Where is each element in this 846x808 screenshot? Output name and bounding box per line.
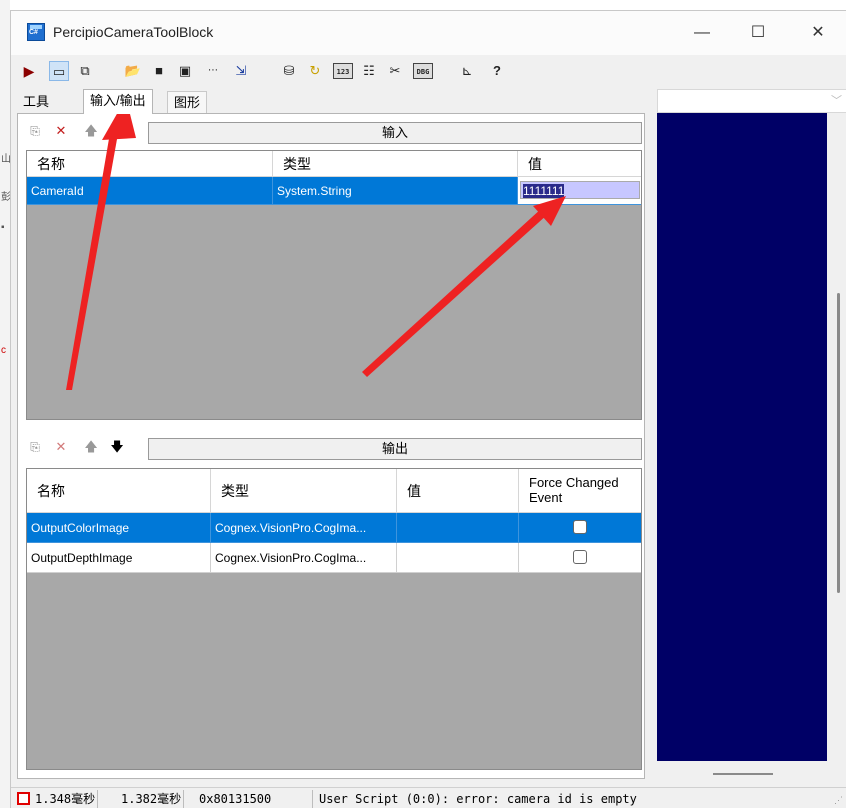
- move-down-icon[interactable]: 🡇: [108, 438, 126, 456]
- cell-force-changed[interactable]: [519, 543, 641, 573]
- edit-icon[interactable]: ☷: [359, 61, 379, 81]
- copy-icon[interactable]: ⧉: [75, 61, 95, 81]
- tab-input-output[interactable]: 输入/输出: [83, 89, 153, 114]
- cell-name[interactable]: OutputColorImage: [27, 513, 211, 543]
- new-terminal-icon[interactable]: ⎘: [26, 438, 44, 456]
- minimize-button[interactable]: —: [674, 11, 730, 55]
- input-output-panel: ⎘ ✕ 🡅 🡇 输入 名称 类型 值 CameraId System.Strin…: [17, 113, 645, 779]
- tool-block-window: PercipioCameraToolBlock — ☐ ✕ ▶ ▭ ⧉ 📂 ■ …: [10, 10, 846, 808]
- main-toolbar: ▶ ▭ ⧉ 📂 ■ ▣ ⋯ ⇲ ⛁ ↻ 123 ☷ ✂ DBG ⊾ ?: [11, 55, 846, 87]
- horizontal-scrollbar[interactable]: [713, 773, 773, 775]
- cell-type[interactable]: System.String: [273, 177, 518, 205]
- 123-icon[interactable]: 123: [333, 63, 353, 79]
- close-button[interactable]: ✕: [790, 11, 846, 55]
- display-selector-dropdown[interactable]: ﹀: [657, 89, 846, 113]
- input-section-label: 输入: [148, 122, 642, 144]
- cell-force-changed[interactable]: [519, 513, 641, 543]
- output-grid: 名称 类型 值 Force Changed Event OutputColorI…: [26, 468, 642, 770]
- table-row[interactable]: OutputColorImage Cognex.VisionPro.CogIma…: [27, 513, 641, 543]
- column-header-name[interactable]: 名称: [27, 469, 211, 513]
- column-header-force-changed[interactable]: Force Changed Event: [519, 469, 641, 513]
- display-icon[interactable]: ▭: [49, 61, 69, 81]
- status-bar: 1.348毫秒 1.382毫秒 0x80131500 User Script (…: [11, 787, 846, 808]
- cell-type[interactable]: Cognex.VisionPro.CogIma...: [211, 543, 397, 573]
- status-time-2: 1.382毫秒: [119, 790, 185, 808]
- help-icon[interactable]: ?: [487, 61, 507, 81]
- vertical-scrollbar[interactable]: [837, 293, 840, 593]
- status-message: User Script (0:0): error: camera id is e…: [319, 792, 637, 806]
- error-status-icon[interactable]: [17, 792, 30, 805]
- force-changed-checkbox[interactable]: [573, 550, 587, 564]
- force-changed-checkbox[interactable]: [573, 520, 587, 534]
- column-header-type[interactable]: 类型: [211, 469, 397, 513]
- cell-name[interactable]: CameraId: [27, 177, 273, 205]
- output-section-toolbar: ⎘ ✕ 🡅 🡇 输出: [26, 436, 646, 460]
- input-grid-header: 名称 类型 值: [27, 151, 641, 177]
- status-code: 0x80131500: [197, 790, 313, 808]
- chevron-down-icon[interactable]: ﹀: [831, 92, 842, 108]
- delete-icon[interactable]: ✕: [52, 122, 70, 140]
- move-up-icon[interactable]: 🡅: [82, 122, 100, 140]
- move-down-icon[interactable]: 🡇: [108, 122, 126, 140]
- output-grid-header: 名称 类型 值 Force Changed Event: [27, 469, 641, 513]
- ruler-icon[interactable]: ⊾: [457, 61, 477, 81]
- column-header-value[interactable]: 值: [518, 151, 641, 177]
- cell-name[interactable]: OutputDepthImage: [27, 543, 211, 573]
- run-icon[interactable]: ▶: [19, 61, 39, 81]
- camera-id-value-input[interactable]: 1111111: [520, 181, 640, 199]
- column-header-value[interactable]: 值: [397, 469, 519, 513]
- app-icon: [27, 23, 45, 41]
- tab-graphics[interactable]: 图形: [167, 91, 208, 113]
- column-header-type[interactable]: 类型: [273, 151, 518, 177]
- tab-strip: 工具 输入/输出 图形: [11, 89, 651, 114]
- dotted-icon[interactable]: ⋯: [203, 61, 223, 81]
- refresh-icon[interactable]: ↻: [305, 61, 325, 81]
- tools-icon[interactable]: ✂: [385, 61, 405, 81]
- open-icon[interactable]: 📂: [123, 61, 143, 81]
- dbg-icon[interactable]: DBG: [413, 63, 433, 79]
- cell-value[interactable]: [397, 513, 519, 543]
- background-window-strip: 山 彭 ▪ c: [0, 0, 11, 808]
- column-header-name[interactable]: 名称: [27, 151, 273, 177]
- table-row[interactable]: OutputDepthImage Cognex.VisionPro.CogIma…: [27, 543, 641, 573]
- input-grid: 名称 类型 值 CameraId System.String 1111111: [26, 150, 642, 420]
- import-icon[interactable]: ⇲: [231, 61, 251, 81]
- input-section-toolbar: ⎘ ✕ 🡅 🡇 输入: [26, 120, 646, 144]
- resize-grip-icon[interactable]: ⋰: [834, 796, 843, 806]
- move-up-icon[interactable]: 🡅: [82, 438, 100, 456]
- image-display-area[interactable]: [657, 113, 827, 761]
- camera-icon[interactable]: ▣: [175, 61, 195, 81]
- status-time-1: 1.348毫秒: [33, 790, 99, 808]
- save-icon[interactable]: ■: [149, 61, 169, 81]
- delete-icon[interactable]: ✕: [52, 438, 70, 456]
- tab-tools[interactable]: 工具: [17, 91, 55, 113]
- database-icon[interactable]: ⛁: [279, 61, 299, 81]
- maximize-button[interactable]: ☐: [730, 11, 786, 55]
- title-bar[interactable]: PercipioCameraToolBlock — ☐ ✕: [11, 11, 846, 55]
- new-terminal-icon[interactable]: ⎘: [26, 122, 44, 140]
- cell-type[interactable]: Cognex.VisionPro.CogIma...: [211, 513, 397, 543]
- cell-value[interactable]: [397, 543, 519, 573]
- window-title: PercipioCameraToolBlock: [53, 24, 214, 40]
- output-section-label: 输出: [148, 438, 642, 460]
- image-display-panel: [657, 113, 846, 781]
- table-row[interactable]: CameraId System.String 1111111: [27, 177, 641, 205]
